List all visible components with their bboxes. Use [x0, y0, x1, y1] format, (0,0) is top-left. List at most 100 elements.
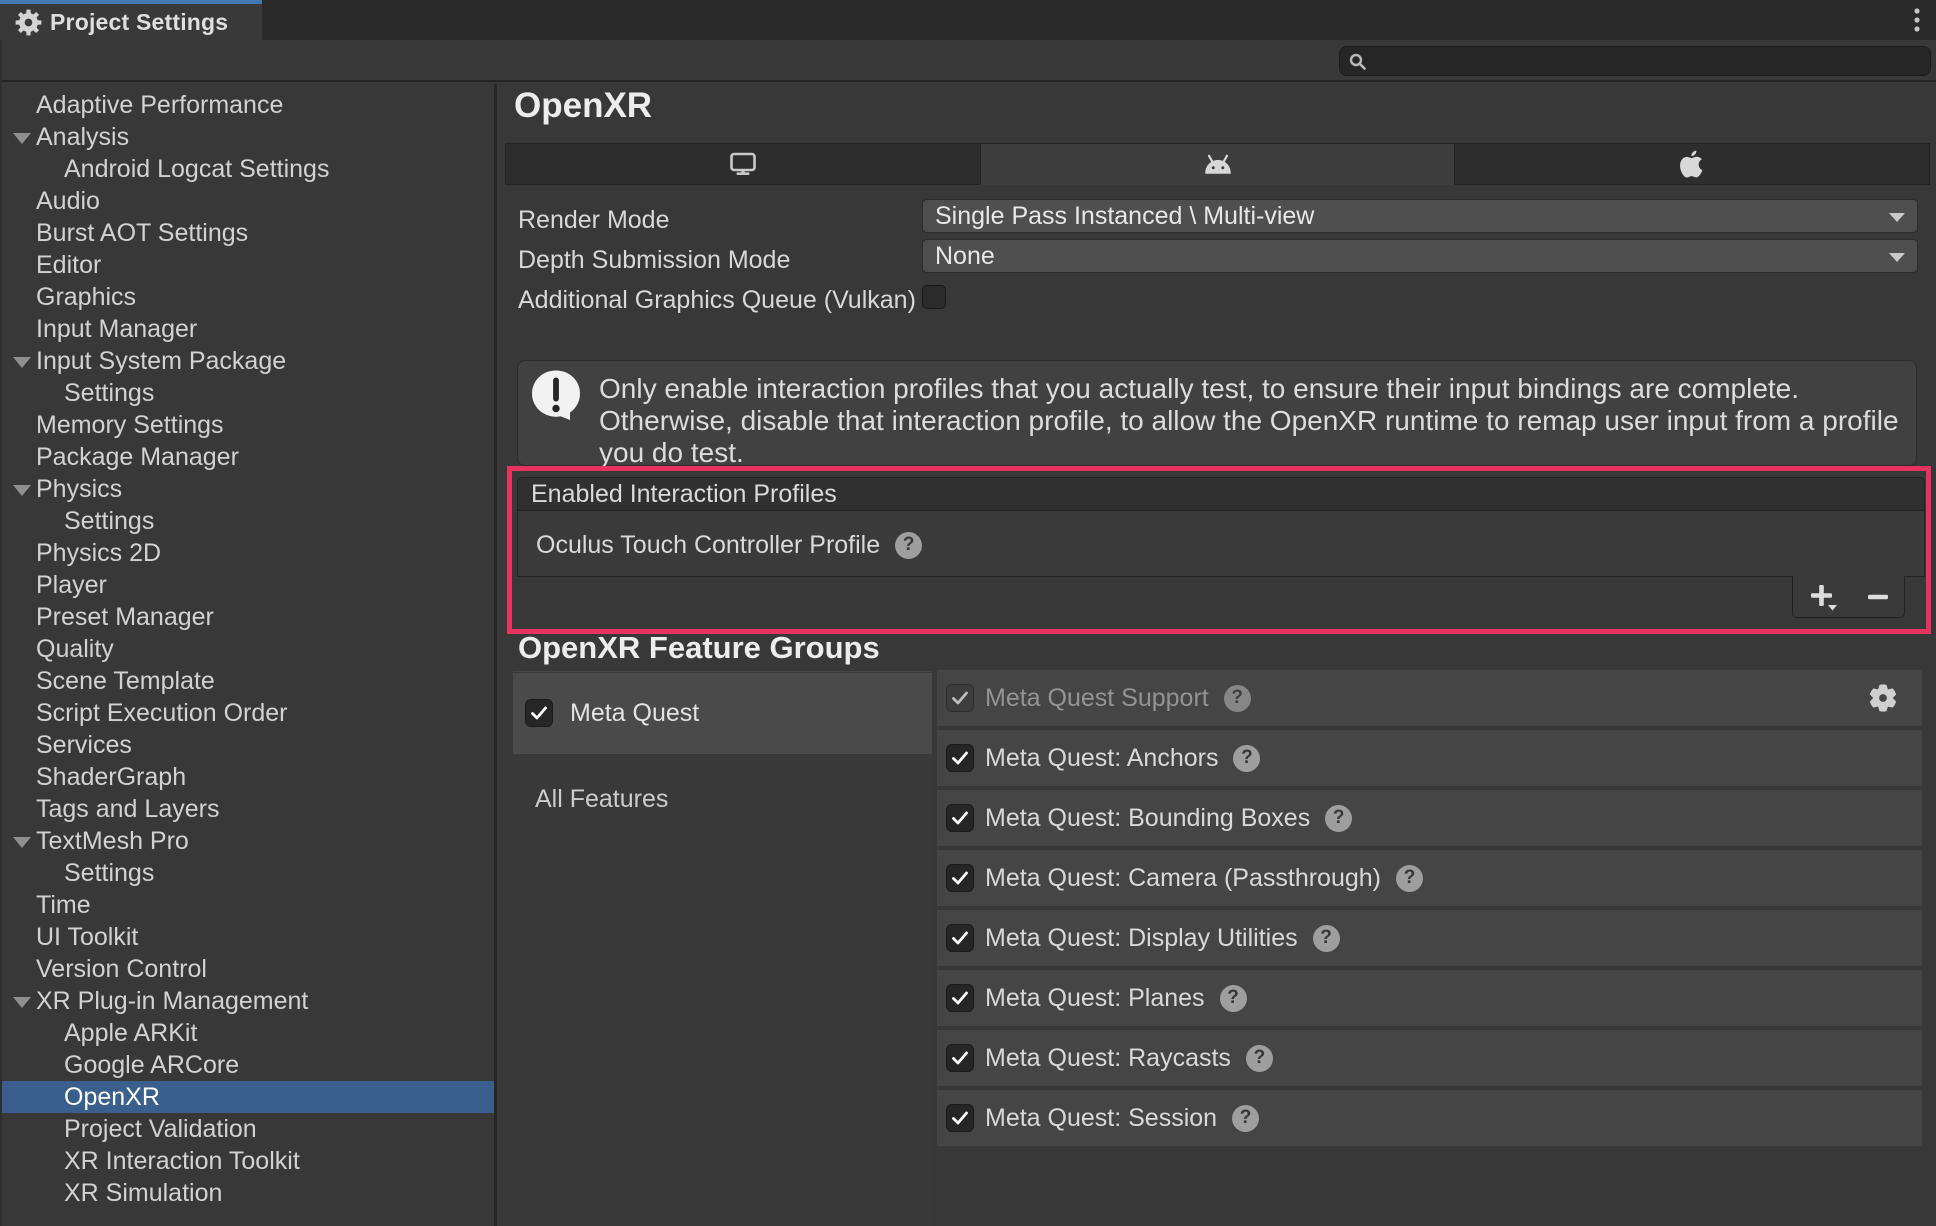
- feature-row[interactable]: Meta Quest Support ?: [937, 670, 1922, 726]
- kebab-menu-icon[interactable]: [1907, 7, 1927, 34]
- sidebar-item[interactable]: Memory Settings: [0, 409, 494, 441]
- tab-project-settings[interactable]: Project Settings: [0, 0, 262, 40]
- sidebar-item[interactable]: Settings: [0, 377, 494, 409]
- sidebar-item[interactable]: UI Toolkit: [0, 921, 494, 953]
- feature-row[interactable]: Meta Quest: Raycasts ?: [937, 1030, 1922, 1086]
- sidebar-item[interactable]: Input System Package: [0, 345, 494, 377]
- tab-platform-android[interactable]: [979, 143, 1455, 185]
- sidebar-item-label: Physics: [36, 475, 123, 503]
- remove-profile-button[interactable]: [1865, 580, 1891, 614]
- feature-row[interactable]: Meta Quest: Anchors ?: [937, 730, 1922, 786]
- feature-row[interactable]: Meta Quest: Planes ?: [937, 970, 1922, 1026]
- sidebar-item-label: Services: [36, 731, 132, 759]
- sidebar-item[interactable]: Package Manager: [0, 441, 494, 473]
- feature-checkbox[interactable]: [946, 924, 974, 952]
- sidebar-item[interactable]: Player: [0, 569, 494, 601]
- help-icon[interactable]: ?: [1219, 984, 1247, 1012]
- desktop-icon: [730, 152, 756, 175]
- expander-triangle-icon[interactable]: [13, 485, 31, 496]
- expander-triangle-icon[interactable]: [13, 837, 31, 848]
- help-icon[interactable]: ?: [1223, 684, 1251, 712]
- interaction-profile-row[interactable]: Oculus Touch Controller Profile ?: [536, 527, 923, 563]
- sidebar-item[interactable]: Audio: [0, 185, 494, 217]
- sidebar-item-label: Script Execution Order: [36, 699, 288, 727]
- feature-checkbox[interactable]: [946, 1044, 974, 1072]
- sidebar-item-label: Analysis: [36, 123, 130, 151]
- check-icon: [952, 991, 968, 1005]
- sidebar-item[interactable]: Physics 2D: [0, 537, 494, 569]
- add-profile-button[interactable]: [1806, 580, 1840, 614]
- help-icon[interactable]: ?: [1396, 864, 1423, 892]
- help-icon[interactable]: ?: [1312, 924, 1340, 952]
- sidebar-item[interactable]: Script Execution Order: [0, 697, 494, 729]
- platform-tab-strip: [505, 143, 1931, 185]
- render-mode-label: Render Mode: [518, 206, 670, 234]
- help-icon[interactable]: ?: [1233, 744, 1261, 772]
- sidebar-item[interactable]: XR Simulation: [0, 1177, 494, 1209]
- render-mode-dropdown[interactable]: Single Pass Instanced \ Multi-view: [922, 199, 1918, 233]
- sidebar-item[interactable]: Analysis: [0, 121, 494, 153]
- gear-icon: [15, 9, 42, 36]
- feature-checkbox[interactable]: [946, 864, 974, 892]
- feature-checkbox[interactable]: [946, 1104, 974, 1132]
- sidebar-item-label: Physics 2D: [36, 539, 162, 567]
- sidebar-item-label: Package Manager: [36, 443, 239, 471]
- feature-checkbox[interactable]: [946, 984, 974, 1012]
- sidebar-item[interactable]: OpenXR: [0, 1081, 494, 1113]
- expander-triangle-icon[interactable]: [13, 997, 31, 1008]
- sidebar-item[interactable]: Settings: [0, 505, 494, 537]
- sidebar-item[interactable]: XR Plug-in Management: [0, 985, 494, 1017]
- sidebar-item[interactable]: Google ARCore: [0, 1049, 494, 1081]
- sidebar-item[interactable]: Editor: [0, 249, 494, 281]
- sidebar-item[interactable]: Burst AOT Settings: [0, 217, 494, 249]
- sidebar-item[interactable]: XR Interaction Toolkit: [0, 1145, 494, 1177]
- feature-row[interactable]: Meta Quest: Bounding Boxes ?: [937, 790, 1922, 846]
- all-features-item[interactable]: All Features: [535, 785, 668, 814]
- sidebar-item[interactable]: Tags and Layers: [0, 793, 494, 825]
- sidebar-item-label: Project Validation: [64, 1115, 257, 1143]
- feature-row[interactable]: Meta Quest: Display Utilities ?: [937, 910, 1922, 966]
- help-icon[interactable]: ?: [1325, 804, 1353, 832]
- depth-submission-dropdown[interactable]: None: [922, 239, 1918, 273]
- sidebar-item[interactable]: TextMesh Pro: [0, 825, 494, 857]
- sidebar-item-label: Tags and Layers: [36, 795, 220, 823]
- feature-row[interactable]: Meta Quest: Camera (Passthrough) ?: [937, 850, 1922, 906]
- feature-checkbox[interactable]: [946, 744, 974, 772]
- sidebar-item-label: TextMesh Pro: [36, 827, 189, 855]
- gear-icon[interactable]: [1869, 684, 1897, 712]
- feature-checkbox[interactable]: [946, 684, 974, 712]
- feature-checkbox[interactable]: [946, 804, 974, 832]
- feature-row[interactable]: Meta Quest: Session ?: [937, 1090, 1922, 1146]
- sidebar-item[interactable]: Android Logcat Settings: [0, 153, 494, 185]
- sidebar-item-label: Quality: [36, 635, 114, 663]
- tab-platform-desktop[interactable]: [505, 143, 980, 185]
- sidebar-item[interactable]: ShaderGraph: [0, 761, 494, 793]
- feature-group-meta-quest[interactable]: Meta Quest: [513, 673, 932, 754]
- search-input[interactable]: [1339, 46, 1931, 76]
- sidebar-item[interactable]: Preset Manager: [0, 601, 494, 633]
- sidebar-item[interactable]: Input Manager: [0, 313, 494, 345]
- sidebar-item[interactable]: Version Control: [0, 953, 494, 985]
- sidebar-item[interactable]: Quality: [0, 633, 494, 665]
- sidebar-item[interactable]: Services: [0, 729, 494, 761]
- check-icon: [952, 931, 968, 945]
- sidebar-item[interactable]: Time: [0, 889, 494, 921]
- additional-graphics-queue-checkbox[interactable]: [922, 285, 946, 309]
- sidebar-item[interactable]: Scene Template: [0, 665, 494, 697]
- help-icon[interactable]: ?: [1245, 1044, 1273, 1072]
- tab-platform-apple[interactable]: [1454, 143, 1931, 185]
- help-icon[interactable]: ?: [1232, 1104, 1260, 1132]
- sidebar-item[interactable]: Project Validation: [0, 1113, 494, 1145]
- sidebar-item[interactable]: Physics: [0, 473, 494, 505]
- help-icon[interactable]: ?: [895, 531, 923, 559]
- expander-triangle-icon[interactable]: [13, 357, 31, 368]
- sidebar-item-label: Settings: [64, 859, 155, 887]
- sidebar-item[interactable]: Apple ARKit: [0, 1017, 494, 1049]
- sidebar-item[interactable]: Graphics: [0, 281, 494, 313]
- expander-triangle-icon[interactable]: [13, 133, 31, 144]
- sidebar-item[interactable]: Settings: [0, 857, 494, 889]
- window-left-edge: [0, 40, 2, 1226]
- meta-quest-checkbox[interactable]: [525, 699, 553, 727]
- feature-label: Meta Quest: Raycasts: [985, 1043, 1231, 1072]
- sidebar-item[interactable]: Adaptive Performance: [0, 89, 494, 121]
